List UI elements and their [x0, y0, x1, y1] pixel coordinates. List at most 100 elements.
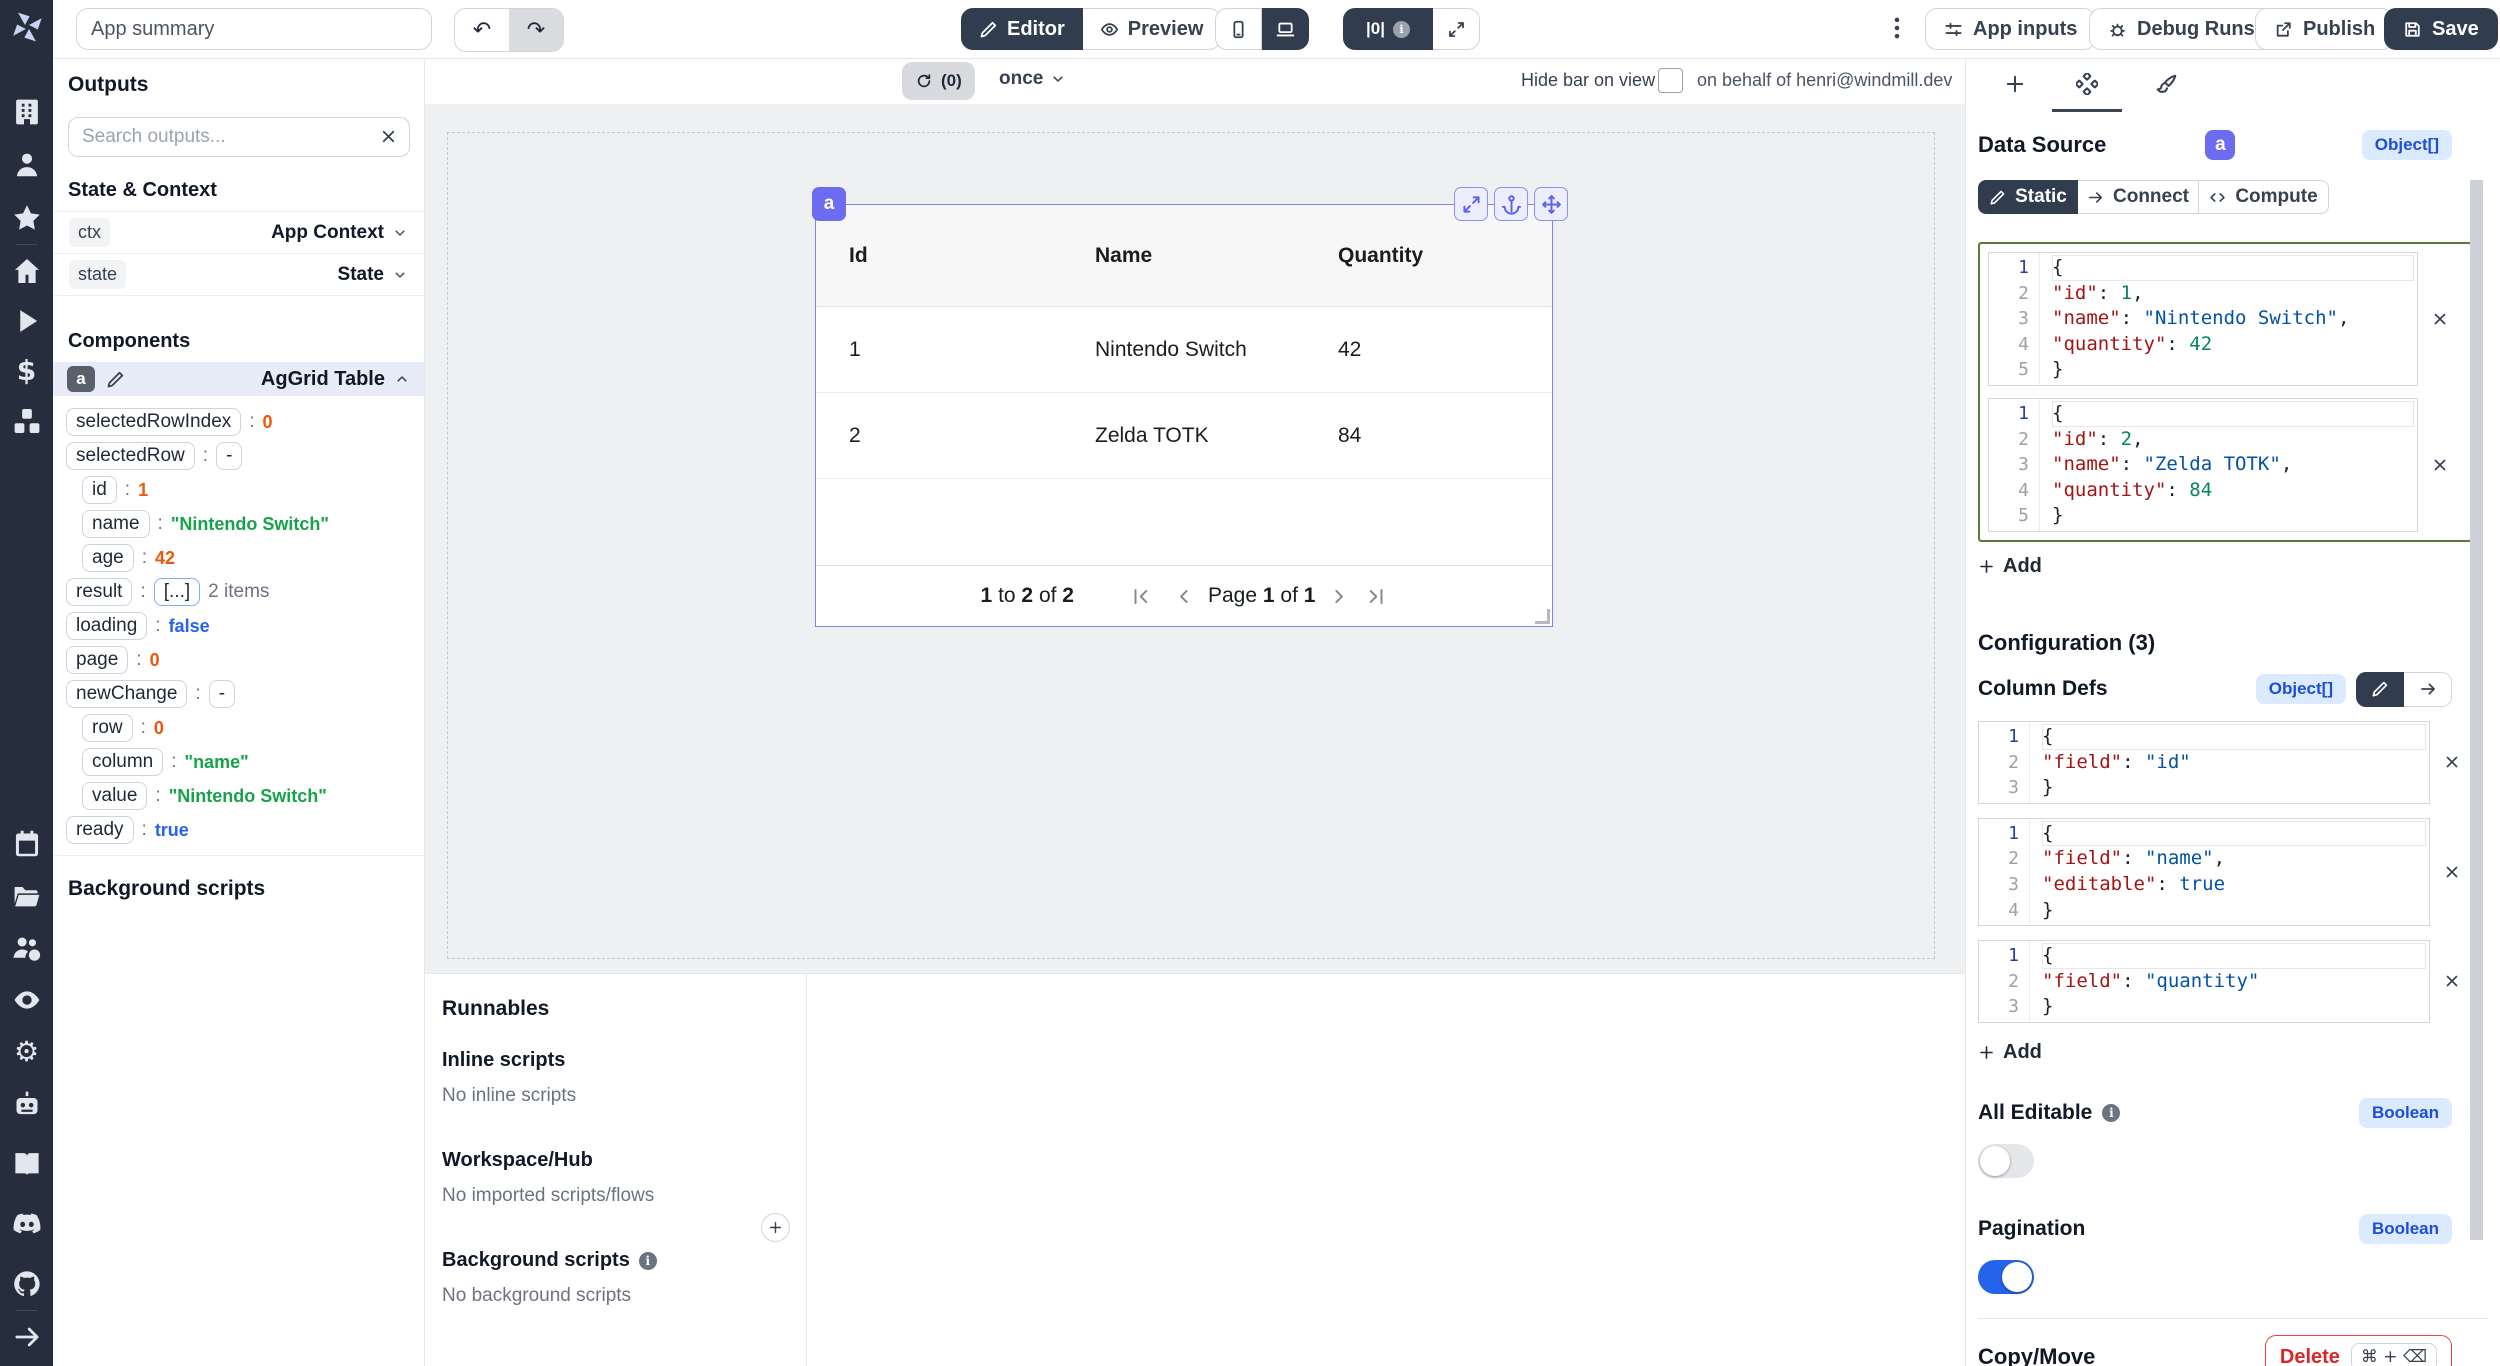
rail-book-icon[interactable]	[12, 1149, 42, 1179]
column-def-editors: 123{"field": "id"} 1234{"field": "name","…	[1978, 721, 2488, 1023]
delete-entry[interactable]	[2418, 456, 2462, 474]
refresh-button[interactable]: (0)	[902, 62, 975, 100]
publish-button[interactable]: Publish	[2255, 8, 2394, 50]
data-source-entry-0-code[interactable]: 12345{"id": 1,"name": "Nintendo Switch",…	[1988, 252, 2418, 386]
tree-value-chip[interactable]: [...]	[154, 578, 200, 606]
desktop-view-button[interactable]	[1262, 8, 1309, 50]
anchor-component-button[interactable]	[1494, 187, 1528, 221]
tree-row-id[interactable]: id:1	[66, 473, 424, 507]
rail-github-icon[interactable]	[12, 1269, 42, 1299]
clear-search-icon[interactable]	[379, 127, 398, 146]
more-menu-button[interactable]	[1878, 14, 1908, 44]
search-outputs-input[interactable]	[68, 117, 410, 157]
data-source-entry-1-code[interactable]: 12345{"id": 2,"name": "Zelda TOTK","quan…	[1988, 398, 2418, 532]
tree-row-column[interactable]: column:"name"	[66, 745, 424, 779]
app-summary-input[interactable]	[76, 8, 432, 50]
table-row[interactable]: 2Zelda TOTK84	[816, 393, 1552, 479]
rail-gear-icon[interactable]: ⚙	[12, 1037, 42, 1067]
tree-row-newChange[interactable]: newChange:-	[66, 677, 424, 711]
rail-play-icon[interactable]	[12, 306, 42, 336]
mode-tab-compute[interactable]: Compute	[2199, 180, 2329, 214]
delete-entry[interactable]	[2430, 972, 2474, 990]
mode-tab-connect[interactable]: Connect	[2078, 180, 2199, 214]
edit-mode-button[interactable]	[2356, 672, 2404, 707]
next-page-icon[interactable]	[1329, 586, 1350, 607]
tree-row-age[interactable]: age:42	[66, 541, 424, 575]
tree-row-selectedRow[interactable]: selectedRow:-	[66, 439, 424, 473]
delete-component-button[interactable]: Delete ⌘ + ⌫	[2265, 1335, 2452, 1366]
add-row-button[interactable]: Add	[1978, 555, 2488, 578]
save-button[interactable]: Save	[2384, 8, 2498, 50]
rail-person-icon[interactable]	[12, 150, 42, 180]
mobile-view-button[interactable]	[1215, 8, 1262, 50]
windmill-app-editor: $ ⚙ ↶ ↷ Editor Preview |0|i App inputs De…	[0, 0, 2500, 1366]
rail-robot-icon[interactable]	[12, 1089, 42, 1119]
rail-eye-solid-icon[interactable]	[12, 985, 42, 1015]
all-editable-toggle[interactable]	[1978, 1144, 2034, 1178]
output-row-state[interactable]: stateState	[53, 253, 424, 296]
tree-row-page[interactable]: page:0	[66, 643, 424, 677]
rail-star-icon[interactable]	[12, 203, 42, 233]
first-page-icon[interactable]	[1130, 586, 1151, 607]
preview-tab[interactable]: Preview	[1083, 8, 1222, 50]
tree-row-ready[interactable]: ready:true	[66, 813, 424, 847]
rail-folder-icon[interactable]	[12, 881, 42, 911]
delete-entry[interactable]	[2418, 310, 2462, 328]
undo-button[interactable]: ↶	[455, 9, 509, 51]
column-def-entry-1-code[interactable]: 1234{"field": "name","editable": true}	[1978, 818, 2430, 926]
delete-entry[interactable]	[2430, 753, 2474, 771]
connect-mode-button[interactable]	[2404, 672, 2452, 707]
resize-handle[interactable]	[1535, 609, 1550, 624]
redo-button[interactable]: ↷	[509, 9, 563, 51]
rail-arrow-right-icon[interactable]	[12, 1322, 42, 1352]
tree-row-row[interactable]: row:0	[66, 711, 424, 745]
add-column-button[interactable]: Add	[1978, 1041, 2488, 1064]
output-row-ctx[interactable]: ctxApp Context	[53, 211, 424, 253]
last-page-icon[interactable]	[1366, 586, 1387, 607]
refresh-policy-dropdown[interactable]: once	[999, 68, 1066, 90]
aggrid-table-component[interactable]: a IdNameQuantity 1Nintendo Switch422Zeld…	[815, 204, 1553, 627]
component-settings-tab-icon[interactable]	[2076, 73, 2098, 95]
styling-tab-icon[interactable]	[2156, 73, 2178, 95]
rail-calendar-icon[interactable]	[12, 829, 42, 859]
column-def-entry-2-code[interactable]: 123{"field": "quantity"}	[1978, 940, 2430, 1023]
insert-tab-icon[interactable]	[2004, 73, 2026, 95]
debug-runs-button[interactable]: Debug Runs	[2089, 8, 2274, 50]
rail-building-icon[interactable]	[12, 97, 42, 127]
previous-page-icon[interactable]	[1173, 586, 1194, 607]
rail-home-icon[interactable]	[12, 256, 42, 286]
editor-tab[interactable]: Editor	[961, 8, 1083, 50]
object-type-pill[interactable]: Object[]	[2256, 674, 2346, 704]
rail-discord-icon[interactable]	[12, 1209, 42, 1239]
column-def-entry-0-code[interactable]: 123{"field": "id"}	[1978, 721, 2430, 804]
delete-shortcut-kbd: ⌘ + ⌫	[2351, 1343, 2437, 1366]
tree-row-result[interactable]: result:[...]2 items	[66, 575, 424, 609]
panel-scrollbar[interactable]	[2470, 180, 2483, 1240]
expand-component-button[interactable]	[1454, 187, 1488, 221]
windmill-logo[interactable]	[0, 0, 53, 53]
component-list-item[interactable]: a AgGrid Table	[53, 362, 424, 396]
chevron-up-icon[interactable]	[394, 371, 410, 387]
hide-bar-checkbox[interactable]	[1658, 68, 1683, 93]
diff-button[interactable]: |0|i	[1343, 8, 1433, 50]
tree-row-loading[interactable]: loading:false	[66, 609, 424, 643]
mode-tab-static[interactable]: Static	[1978, 180, 2078, 214]
colon: :	[142, 547, 147, 569]
app-inputs-button[interactable]: App inputs	[1925, 8, 2096, 50]
rename-component-icon[interactable]	[106, 370, 125, 389]
fullscreen-button[interactable]	[1433, 8, 1480, 50]
tree-row-selectedRowIndex[interactable]: selectedRowIndex:0	[66, 405, 424, 439]
delete-entry[interactable]	[2430, 863, 2474, 881]
rail-cubes-icon[interactable]	[12, 406, 42, 436]
move-component-button[interactable]	[1534, 187, 1568, 221]
object-type-pill[interactable]: Object[]	[2362, 130, 2452, 160]
table-row[interactable]: 1Nintendo Switch42	[816, 307, 1552, 393]
add-background-script-button[interactable]	[761, 1213, 790, 1242]
app-canvas[interactable]: a IdNameQuantity 1Nintendo Switch422Zeld…	[425, 104, 1965, 973]
pagination-toggle[interactable]	[1978, 1260, 2034, 1294]
tree-row-value[interactable]: value:"Nintendo Switch"	[66, 779, 424, 813]
tree-row-name[interactable]: name:"Nintendo Switch"	[66, 507, 424, 541]
rail-dollar-icon[interactable]: $	[12, 356, 42, 386]
output-value: App Context	[271, 222, 408, 244]
rail-users-gear-icon[interactable]	[12, 933, 42, 963]
